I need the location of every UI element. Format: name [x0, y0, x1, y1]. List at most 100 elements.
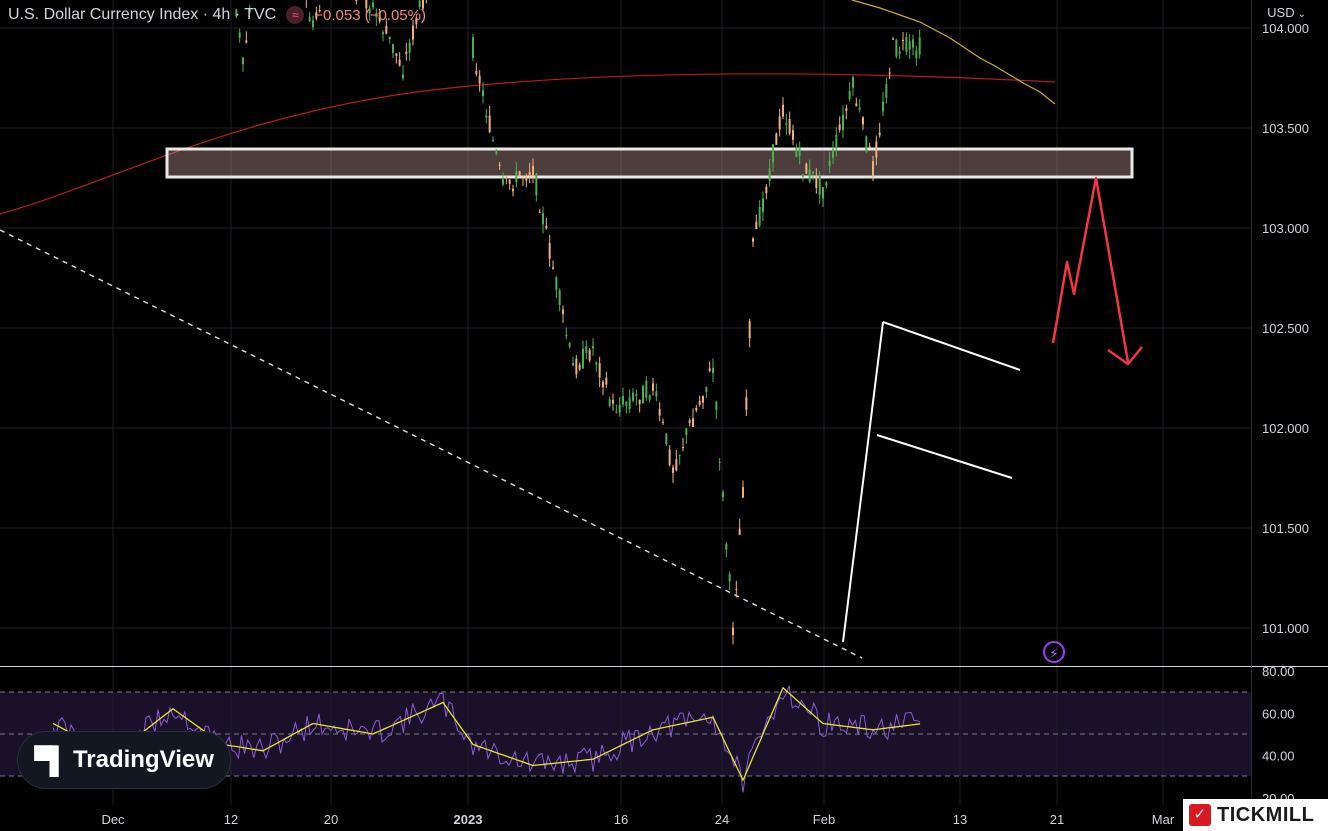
candle-body [605, 377, 608, 385]
price-axis-label: 102.000 [1262, 421, 1309, 436]
candle-body [842, 114, 844, 131]
candle-body [632, 392, 634, 401]
rsi-axis-label: 40.00 [1262, 749, 1295, 764]
candle-body [568, 343, 571, 347]
candle-body [895, 39, 898, 57]
candle-body [832, 148, 834, 158]
candle-body [622, 396, 624, 405]
candle-body [828, 160, 831, 167]
candle-body [555, 277, 558, 290]
candle-body [522, 177, 524, 179]
candle-body [668, 449, 671, 465]
candle-body [808, 169, 811, 182]
price-chart[interactable]: 101.000 101.500 102.000 102.500 103.000 103.5… [0, 0, 1328, 831]
candle-body [482, 90, 484, 97]
candle-body [882, 101, 884, 112]
ma-long-line [0, 73, 1056, 215]
candle-body [865, 136, 868, 152]
chevron-down-icon: ⌄ [1297, 9, 1306, 20]
candle-body [912, 39, 914, 48]
candle-body [592, 346, 594, 349]
candle-body [548, 242, 551, 259]
candle-body [395, 53, 398, 56]
wave-icon[interactable]: ≈ [286, 6, 305, 24]
flag-lower-line [876, 434, 1013, 479]
candle-body [858, 107, 861, 110]
rsi-axis-label: 60.00 [1262, 706, 1295, 721]
candle-body [848, 91, 851, 100]
candle-body [908, 41, 911, 50]
candle-body [855, 103, 858, 106]
flagpole-line [842, 321, 884, 643]
candle-body [765, 186, 768, 194]
time-axis-label: 13 [953, 812, 967, 827]
candle-body [392, 44, 394, 53]
candle-body [642, 385, 644, 404]
tradingview-logo: ▀▌ TradingView [17, 731, 231, 789]
candle-body [518, 171, 521, 177]
price-change: −0.053 (−0.05%) [314, 6, 426, 24]
candle-body [412, 25, 414, 40]
candle-body [585, 346, 588, 353]
candle-body [718, 461, 721, 463]
candle-body [688, 420, 691, 424]
candle-body [682, 446, 684, 448]
candle-body [608, 399, 611, 406]
candle-body [512, 188, 514, 192]
candle-body [242, 57, 244, 65]
candle-body [878, 132, 881, 136]
price-axis-label: 104.000 [1262, 21, 1309, 36]
candle-body [822, 187, 824, 199]
candle-body [745, 397, 748, 410]
candle-body [805, 163, 808, 174]
tickmill-mark-icon: ✓ [1189, 804, 1211, 826]
candle-body [508, 179, 511, 184]
candle-body [725, 543, 728, 550]
candle-body [588, 349, 591, 361]
price-axis-label: 101.500 [1262, 521, 1309, 536]
symbol-title[interactable]: U.S. Dollar Currency Index · 4h · TVC [8, 6, 276, 24]
candle-body [382, 32, 384, 35]
time-axis-label: 2023 [454, 812, 483, 827]
candle-body [675, 459, 678, 471]
candle-body [825, 182, 828, 186]
candle-body [635, 394, 638, 397]
candle-body [742, 487, 744, 498]
candle-body [775, 133, 778, 145]
candle-body [388, 36, 391, 40]
candle-body [658, 408, 661, 416]
candle-body [652, 383, 654, 391]
candle-body [602, 381, 604, 388]
candle-body [782, 104, 784, 117]
candle-body [762, 198, 764, 212]
candle-body [758, 206, 761, 226]
candle-body [695, 407, 698, 411]
candle-body [818, 175, 821, 195]
candle-body [678, 455, 681, 457]
currency-selector[interactable]: USD ⌄ [1267, 5, 1306, 20]
candle-body [712, 367, 714, 374]
candle-body [485, 115, 488, 118]
tradingview-mark-icon: ▀▌ [34, 744, 68, 775]
candle-body [728, 574, 731, 582]
lightning-icon[interactable]: ⚡ [1043, 641, 1065, 663]
resistance-zone [165, 147, 1134, 179]
candle-body [672, 467, 674, 473]
price-axis-label: 103.000 [1262, 221, 1309, 236]
candle-body [645, 380, 648, 398]
candle-body [598, 363, 601, 378]
tickmill-logo: ✓ TICKMILL [1183, 799, 1328, 831]
candle-body [755, 221, 758, 229]
candle-body [862, 117, 864, 125]
candle-body [618, 404, 621, 413]
candle-body [732, 627, 734, 636]
currency-label: USD [1267, 5, 1295, 20]
candle-body [238, 32, 241, 38]
candle-body [685, 428, 688, 436]
candle-body [845, 108, 848, 112]
candle-body [868, 146, 871, 148]
candle-body [565, 335, 568, 337]
candle-body [492, 140, 494, 142]
candle-body [815, 176, 818, 189]
price-axis-label: 102.500 [1262, 321, 1309, 336]
